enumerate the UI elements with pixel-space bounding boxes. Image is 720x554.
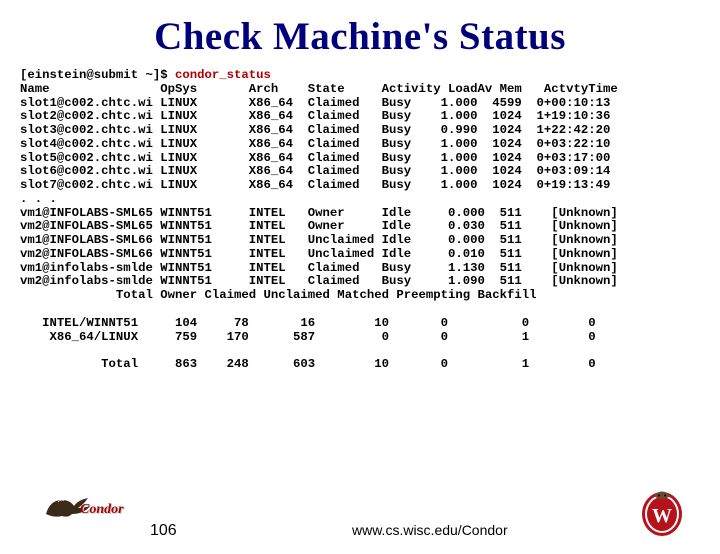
terminal-output: [einstein@submit ~]$ condor_status Name …	[20, 69, 720, 372]
svg-text:W: W	[652, 505, 672, 527]
wisconsin-logo: W	[638, 486, 686, 538]
page-number: 106	[150, 522, 177, 540]
footer-url: www.cs.wisc.edu/Condor	[352, 522, 508, 538]
condor-logo: Condor	[44, 492, 134, 524]
footer: Condor 106 www.cs.wisc.edu/Condor W	[0, 484, 720, 544]
slide-title: Check Machine's Status	[0, 14, 720, 59]
command-text: condor_status	[175, 68, 271, 82]
condor-logo-text: Condor	[80, 502, 124, 518]
